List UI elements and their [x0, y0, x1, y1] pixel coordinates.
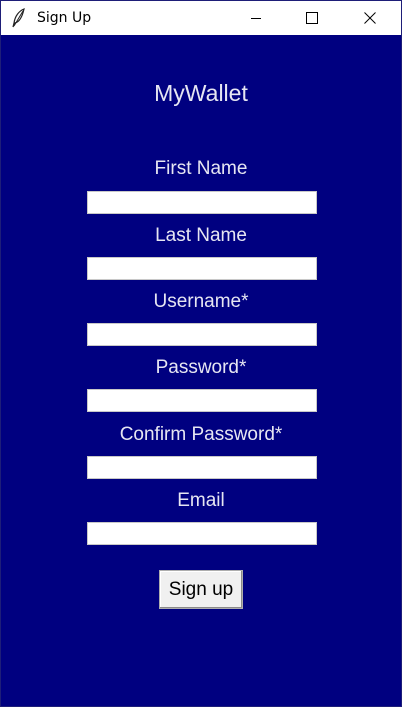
sign-up-button[interactable]: Sign up — [159, 570, 243, 609]
feather-icon — [11, 8, 27, 28]
confirm-password-label: Confirm Password* — [119, 424, 283, 445]
first-name-label: First Name — [154, 158, 248, 179]
email-input[interactable] — [87, 522, 317, 545]
app-title: MyWallet — [154, 80, 248, 106]
confirm-password-input[interactable] — [87, 456, 317, 479]
last-name-input[interactable] — [87, 257, 317, 280]
first-name-input[interactable] — [87, 191, 317, 214]
close-icon — [364, 12, 376, 24]
maximize-button[interactable] — [289, 1, 335, 35]
minimize-button[interactable] — [233, 1, 279, 35]
password-input[interactable] — [87, 389, 317, 412]
username-input[interactable] — [87, 323, 317, 346]
minimize-icon — [250, 12, 262, 24]
email-label: Email — [177, 490, 225, 511]
last-name-label: Last Name — [155, 225, 247, 246]
form-panel: MyWallet First Name Last Name Username* … — [1, 36, 401, 706]
signup-window: Sign Up MyWallet First Name Last Name Us… — [0, 0, 402, 707]
title-bar[interactable]: Sign Up — [1, 1, 401, 35]
username-label: Username* — [153, 291, 249, 312]
maximize-icon — [306, 12, 318, 24]
close-button[interactable] — [347, 1, 393, 35]
password-label: Password* — [155, 357, 247, 378]
window-title: Sign Up — [37, 10, 92, 26]
